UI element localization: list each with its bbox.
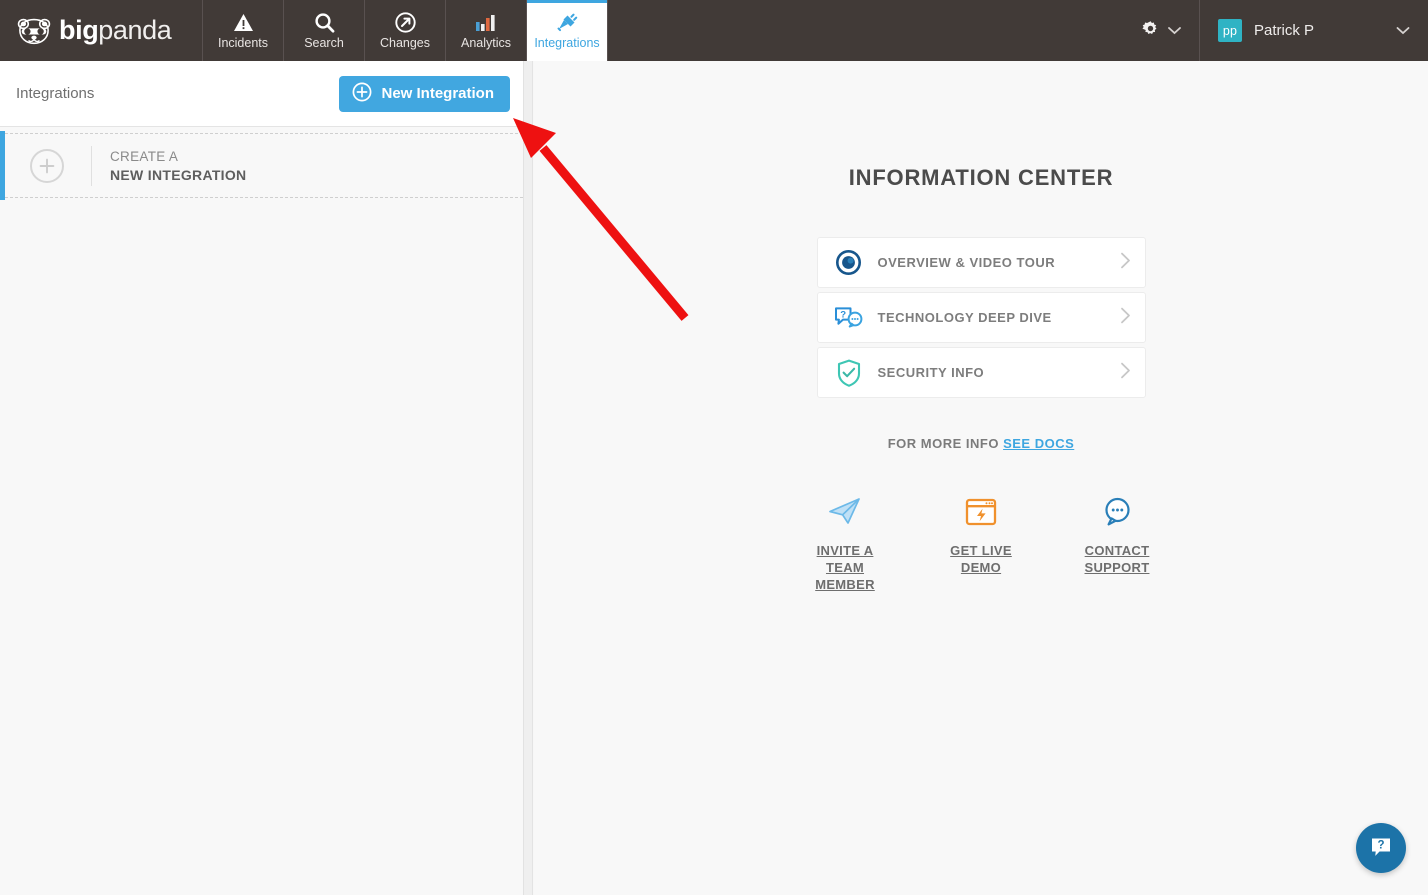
information-center-panel: INFORMATION CENTER OVERVIEW & VIDEO TOUR: [534, 61, 1428, 895]
user-name: Patrick P: [1254, 22, 1314, 39]
svg-text:?: ?: [840, 309, 846, 320]
panda-logo-icon: [16, 16, 52, 46]
chevron-down-icon: [1168, 22, 1181, 40]
chevron-down-icon: [1396, 22, 1410, 40]
chevron-right-icon: [1120, 307, 1131, 329]
help-button[interactable]: ?: [1356, 823, 1406, 873]
card-security-info[interactable]: SECURITY INFO: [817, 347, 1146, 398]
card-technology-deep-dive-label: TECHNOLOGY DEEP DIVE: [878, 310, 1052, 325]
row-divider: [91, 146, 92, 186]
new-integration-button[interactable]: New Integration: [339, 76, 510, 112]
create-row-text: CREATE A NEW INTEGRATION: [110, 147, 246, 185]
quick-link-get-live-demo[interactable]: GET LIVE DEMO: [935, 494, 1027, 594]
chevron-right-icon: [1120, 362, 1131, 384]
question-chat-icon: ?: [834, 305, 864, 330]
tab-incidents[interactable]: Incidents: [203, 0, 284, 61]
quick-links: INVITE A TEAM MEMBER GET LIVE DEMO: [534, 494, 1428, 594]
create-row-line1: CREATE A: [110, 149, 178, 164]
page-title: Integrations: [16, 85, 94, 102]
card-security-info-label: SECURITY INFO: [878, 365, 985, 380]
quick-link-get-live-demo-label: GET LIVE DEMO: [935, 542, 1027, 576]
bar-chart-icon: [475, 11, 497, 35]
create-row-line2: NEW INTEGRATION: [110, 167, 246, 183]
brand-logo[interactable]: bigpanda: [0, 0, 203, 61]
quick-link-contact-support-label: CONTACT SUPPORT: [1071, 542, 1163, 576]
top-navigation-bar: bigpanda Incidents: [0, 0, 1428, 61]
tab-changes[interactable]: Changes: [365, 0, 446, 61]
nav-right-group: pp Patrick P: [1142, 0, 1428, 61]
nav-tabs: Incidents Search: [203, 0, 608, 61]
plug-icon: [556, 11, 578, 35]
panel-divider-strip: [524, 61, 533, 895]
more-info-prefix: FOR MORE INFO: [888, 436, 999, 451]
create-new-integration-row[interactable]: CREATE A NEW INTEGRATION: [0, 133, 523, 198]
logo-light-text: panda: [98, 15, 171, 45]
more-info-text: FOR MORE INFO SEE DOCS: [534, 436, 1428, 451]
live-demo-window-icon: [935, 494, 1027, 530]
information-center-title: INFORMATION CENTER: [534, 165, 1428, 191]
tab-incidents-label: Incidents: [218, 36, 268, 51]
quick-link-invite-team-member[interactable]: INVITE A TEAM MEMBER: [799, 494, 891, 594]
paper-plane-icon: [799, 494, 891, 530]
tab-integrations[interactable]: Integrations: [527, 0, 608, 61]
left-panel-header: Integrations New Integration: [0, 61, 523, 127]
svg-text:?: ?: [1377, 839, 1384, 851]
warning-triangle-icon: [233, 11, 254, 35]
chat-bubble-icon: [1071, 494, 1163, 530]
quick-link-invite-team-member-label: INVITE A TEAM MEMBER: [799, 542, 891, 593]
user-menu[interactable]: pp Patrick P: [1200, 0, 1410, 61]
tab-search-label: Search: [304, 36, 344, 51]
new-integration-button-label: New Integration: [381, 85, 494, 102]
quick-link-contact-support[interactable]: CONTACT SUPPORT: [1071, 494, 1163, 594]
tab-search[interactable]: Search: [284, 0, 365, 61]
chevron-right-icon: [1120, 252, 1131, 274]
app-root: bigpanda Incidents: [0, 0, 1428, 895]
gear-icon: [1142, 20, 1159, 42]
brand-logo-text: bigpanda: [59, 17, 171, 44]
tab-changes-label: Changes: [380, 36, 430, 51]
card-overview-video-tour-label: OVERVIEW & VIDEO TOUR: [878, 255, 1056, 270]
tab-integrations-label: Integrations: [534, 36, 599, 51]
tab-analytics-label: Analytics: [461, 36, 511, 51]
settings-menu[interactable]: [1142, 20, 1199, 42]
logo-bold-text: big: [59, 15, 98, 45]
magnifier-icon: [314, 11, 335, 35]
plus-circle-icon: [352, 82, 372, 106]
information-cards: OVERVIEW & VIDEO TOUR ?: [817, 237, 1146, 398]
avatar: pp: [1218, 19, 1242, 42]
plus-circle-icon: [30, 149, 64, 183]
see-docs-link[interactable]: SEE DOCS: [1003, 436, 1074, 451]
tab-analytics[interactable]: Analytics: [446, 0, 527, 61]
card-overview-video-tour[interactable]: OVERVIEW & VIDEO TOUR: [817, 237, 1146, 288]
question-chat-bubble-icon: ?: [1368, 834, 1394, 863]
arrow-circle-icon: [395, 11, 416, 35]
shield-check-icon: [834, 359, 864, 387]
integrations-left-panel: Integrations New Integration CREATE: [0, 61, 524, 895]
video-play-circle-icon: [834, 249, 864, 276]
card-technology-deep-dive[interactable]: ? TECHNOLOGY DEEP DIVE: [817, 292, 1146, 343]
